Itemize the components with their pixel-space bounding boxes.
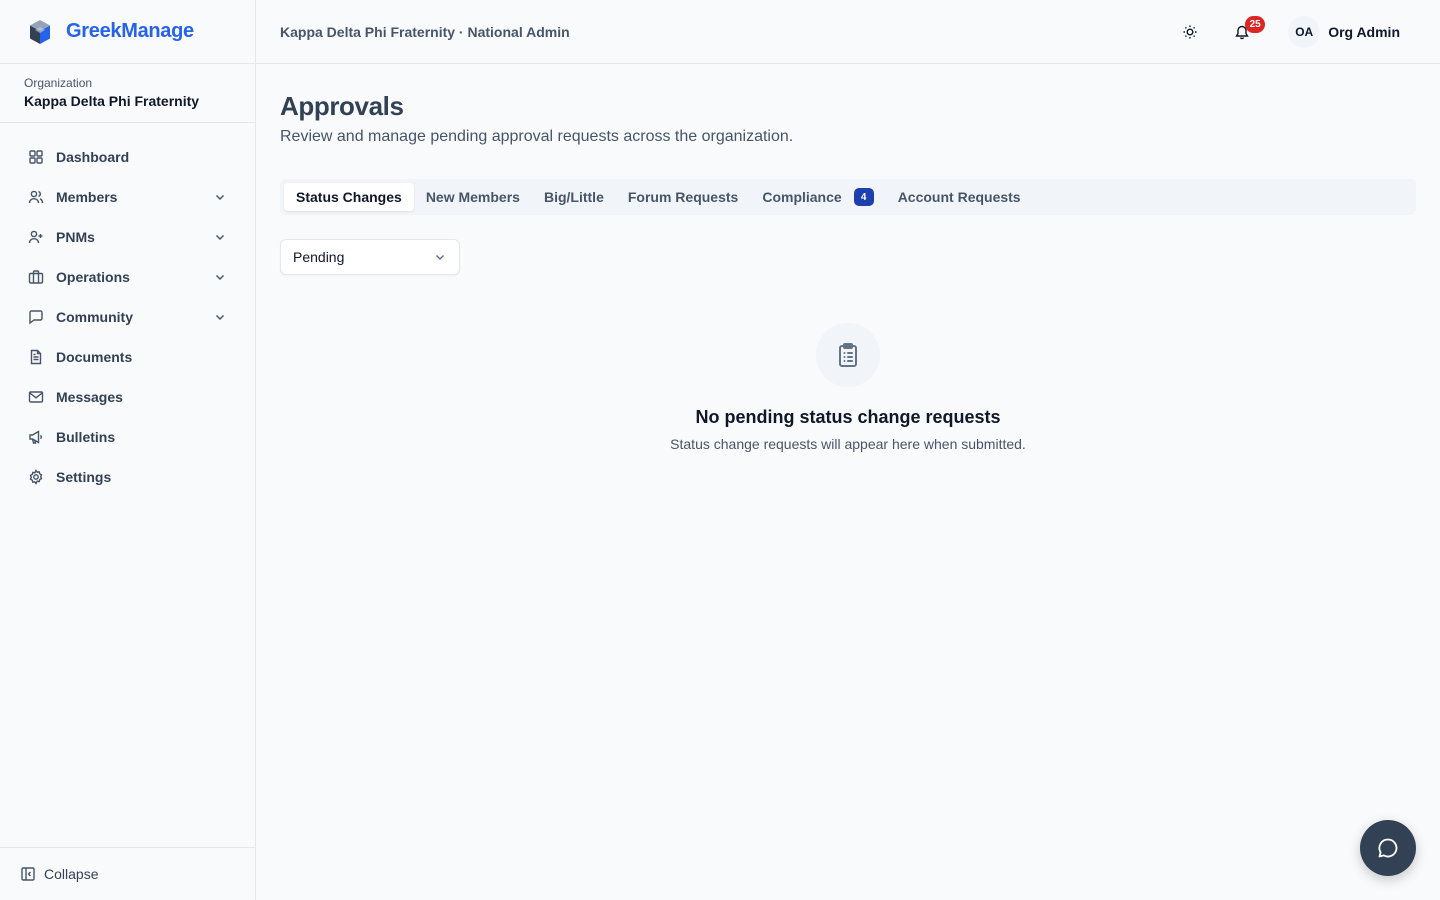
sidebar-item-label: Bulletins bbox=[56, 429, 116, 445]
empty-state-subtitle: Status change requests will appear here … bbox=[670, 436, 1026, 452]
sidebar: GreekManage Organization Kappa Delta Phi… bbox=[0, 0, 256, 900]
sidebar-item-operations[interactable]: Operations bbox=[0, 257, 255, 297]
users-icon bbox=[28, 189, 44, 205]
sidebar-item-label: Dashboard bbox=[56, 149, 130, 165]
chevron-down-icon bbox=[213, 190, 227, 204]
sidebar-item-label: PNMs bbox=[56, 229, 95, 245]
sidebar-item-bulletins[interactable]: Bulletins bbox=[0, 417, 255, 457]
sidebar-item-community[interactable]: Community bbox=[0, 297, 255, 337]
tab-label: Account Requests bbox=[897, 189, 1021, 205]
tab-compliance[interactable]: Compliance 4 bbox=[750, 183, 885, 211]
main-content: Approvals Review and manage pending appr… bbox=[280, 64, 1416, 452]
tab-forum-requests[interactable]: Forum Requests bbox=[616, 183, 750, 211]
org-name: Kappa Delta Phi Fraternity bbox=[24, 93, 200, 109]
chat-bubble-icon bbox=[1376, 836, 1400, 860]
notification-count-badge: 25 bbox=[1245, 15, 1266, 33]
sidebar-item-label: Community bbox=[56, 309, 133, 325]
tab-big-little[interactable]: Big/Little bbox=[532, 183, 616, 211]
sidebar-item-label: Documents bbox=[56, 349, 133, 365]
chat-square-icon bbox=[28, 309, 44, 325]
top-bar: Kappa Delta Phi Fraternity · National Ad… bbox=[256, 0, 1440, 64]
notifications-button[interactable]: 25 bbox=[1224, 14, 1266, 50]
org-label: Organization bbox=[24, 76, 93, 90]
avatar: OA bbox=[1288, 15, 1321, 48]
sidebar-item-label: Messages bbox=[56, 389, 123, 405]
document-icon bbox=[28, 349, 44, 365]
tab-account-requests[interactable]: Account Requests bbox=[886, 183, 1033, 211]
sidebar-item-label: Operations bbox=[56, 269, 130, 285]
sidebar-nav: Dashboard Members PNMs Operations Commun… bbox=[0, 123, 255, 847]
sidebar-item-messages[interactable]: Messages bbox=[0, 377, 255, 417]
sidebar-item-label: Members bbox=[56, 189, 118, 205]
chevron-down-icon bbox=[433, 250, 447, 264]
sidebar-item-documents[interactable]: Documents bbox=[0, 337, 255, 377]
empty-state-icon-wrap bbox=[816, 323, 880, 387]
status-filter-value: Pending bbox=[293, 249, 345, 265]
empty-state-title: No pending status change requests bbox=[695, 407, 1001, 427]
chevron-down-icon bbox=[213, 270, 227, 284]
chevron-down-icon bbox=[213, 230, 227, 244]
chat-button[interactable] bbox=[1360, 820, 1416, 876]
theme-toggle-button[interactable] bbox=[1172, 14, 1208, 50]
collapse-button[interactable]: Collapse bbox=[0, 847, 255, 900]
sidebar-item-members[interactable]: Members bbox=[0, 177, 255, 217]
gear-icon bbox=[28, 469, 44, 485]
user-name: Org Admin bbox=[1328, 23, 1400, 40]
page-subtitle: Review and manage pending approval reque… bbox=[280, 128, 794, 145]
tab-label: Status Changes bbox=[296, 189, 402, 205]
tab-label: New Members bbox=[425, 189, 520, 205]
chevron-down-icon bbox=[213, 310, 227, 324]
tab-label: Big/Little bbox=[543, 189, 604, 205]
compliance-count-badge: 4 bbox=[853, 188, 874, 206]
tab-label: Forum Requests bbox=[627, 189, 739, 205]
mail-icon bbox=[28, 389, 44, 405]
tab-status-changes[interactable]: Status Changes bbox=[284, 183, 414, 211]
organization-info: Organization Kappa Delta Phi Fraternity bbox=[0, 64, 255, 123]
sidebar-collapse-icon bbox=[20, 866, 36, 882]
breadcrumb: Kappa Delta Phi Fraternity · National Ad… bbox=[280, 23, 570, 40]
sidebar-item-settings[interactable]: Settings bbox=[0, 457, 255, 497]
tab-label: Compliance bbox=[762, 189, 842, 205]
brand[interactable]: GreekManage bbox=[0, 0, 255, 64]
sun-icon bbox=[1182, 24, 1198, 40]
user-menu[interactable]: OA Org Admin bbox=[1288, 15, 1400, 48]
collapse-label: Collapse bbox=[44, 866, 99, 882]
briefcase-icon bbox=[28, 269, 44, 285]
status-filter-select[interactable]: Pending bbox=[280, 239, 460, 275]
sidebar-item-pnms[interactable]: PNMs bbox=[0, 217, 255, 257]
dashboard-icon bbox=[28, 149, 44, 165]
empty-state: No pending status change requests Status… bbox=[280, 323, 1416, 452]
brand-name: GreekManage bbox=[66, 20, 194, 42]
page-title: Approvals bbox=[280, 91, 404, 121]
approval-tabs: Status Changes New Members Big/Little Fo… bbox=[280, 179, 1416, 215]
sidebar-item-dashboard[interactable]: Dashboard bbox=[0, 137, 255, 177]
tab-new-members[interactable]: New Members bbox=[414, 183, 532, 211]
clipboard-list-icon bbox=[834, 341, 862, 369]
megaphone-icon bbox=[28, 429, 44, 445]
sidebar-item-label: Settings bbox=[56, 469, 112, 485]
user-plus-icon bbox=[28, 229, 44, 245]
top-actions: 25 OA Org Admin bbox=[1172, 14, 1400, 50]
cube-logo-icon bbox=[28, 19, 52, 45]
